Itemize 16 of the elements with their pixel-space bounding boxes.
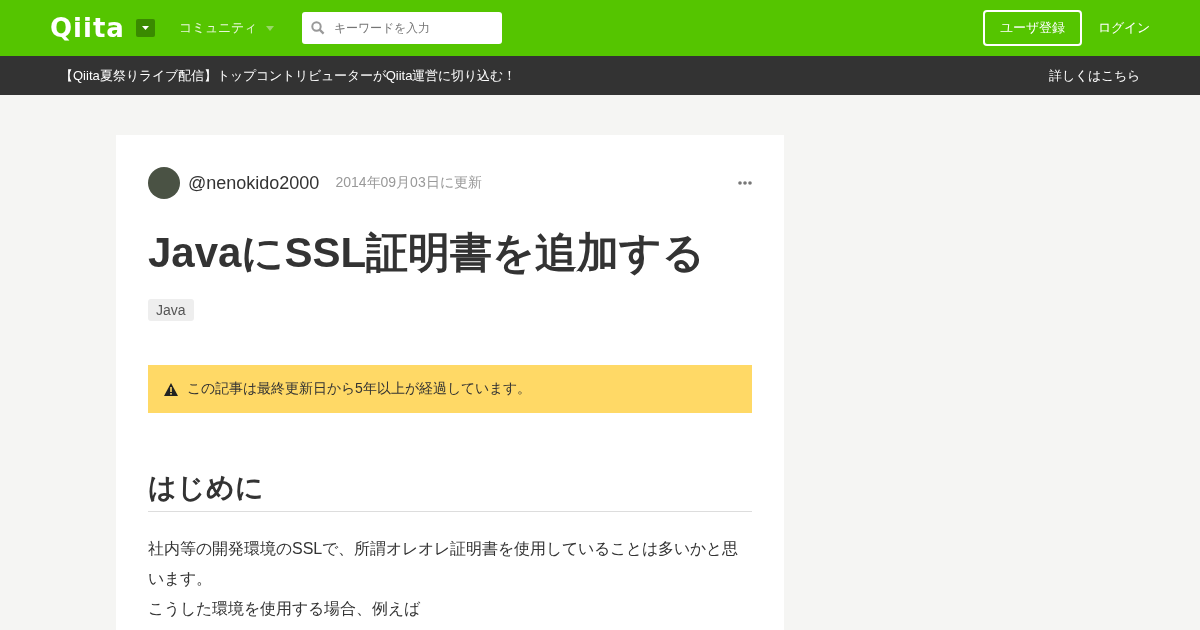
search-field[interactable]: キーワードを入力 (301, 12, 502, 44)
article-title: JavaにSSL証明書を追加する (148, 228, 707, 278)
more-icon[interactable] (738, 181, 752, 185)
announcement-text[interactable]: 【Qiita夏祭りライブ配信】トップコントリビューターがQiita運営に切り込む！ (60, 66, 517, 85)
body-text: こうした環境を使用する場合、例えば (148, 599, 421, 619)
author-name[interactable]: @nenokido2000 (188, 172, 320, 194)
updated-date: 2014年09月03日に更新 (335, 174, 482, 192)
tag[interactable]: Java (148, 299, 194, 321)
body-text: 社内等の開発環境のSSLで、所謂オレオレ証明書を使用していることは多いかと思います。 (148, 539, 740, 589)
caret-icon (265, 25, 274, 31)
details-link[interactable]: 詳しくはこちら (1049, 66, 1140, 85)
section-heading: はじめに (148, 469, 752, 512)
notice-text: この記事は最終更新日から5年以上が経過しています。 (187, 380, 531, 398)
dropdown-icon[interactable] (135, 19, 155, 37)
avatar[interactable] (148, 167, 180, 199)
warning-icon (164, 382, 178, 396)
